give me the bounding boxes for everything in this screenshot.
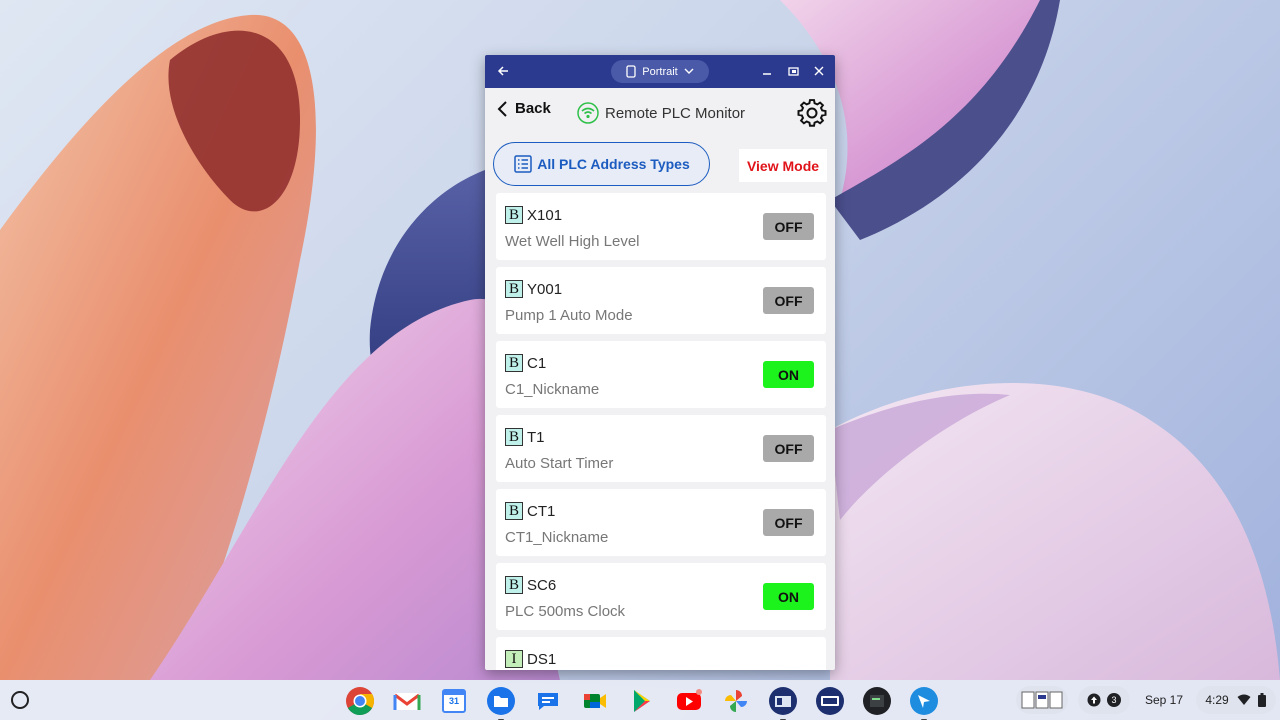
window-titlebar: Portrait <box>485 55 835 88</box>
app-bar: Back Remote PLC Monitor <box>485 88 835 138</box>
youtube-icon[interactable] <box>673 685 705 717</box>
bit-type-badge: B <box>505 428 523 446</box>
bit-type-badge: B <box>505 502 523 520</box>
state-button[interactable]: OFF <box>763 435 814 462</box>
view-mode-button[interactable]: View Mode <box>739 149 827 182</box>
state-button[interactable]: OFF <box>763 509 814 536</box>
upload-icon <box>1087 693 1101 707</box>
gmail-icon[interactable] <box>391 685 423 717</box>
window-back-button[interactable] <box>493 61 513 81</box>
address-label: CT1 <box>527 503 556 520</box>
click-plus-icon[interactable] <box>814 685 846 717</box>
bit-type-badge: B <box>505 206 523 224</box>
photos-icon[interactable] <box>720 685 752 717</box>
state-button[interactable]: ON <box>763 361 814 388</box>
app-title-text: Remote PLC Monitor <box>605 104 746 122</box>
state-button[interactable]: OFF <box>763 287 814 314</box>
arrow-left-icon <box>497 66 508 76</box>
date-label: Sep 17 <box>1144 693 1184 707</box>
address-label: T1 <box>527 429 545 446</box>
meet-icon[interactable] <box>579 685 611 717</box>
address-type-filter-button[interactable]: All PLC Address Types <box>493 142 710 186</box>
address-list: B X101 Wet Well High Level OFF B Y001 Pu… <box>496 193 826 670</box>
orientation-label: Portrait <box>642 65 678 78</box>
files-icon[interactable] <box>485 685 517 720</box>
list-item[interactable]: B T1 Auto Start Timer OFF <box>496 415 826 482</box>
bit-type-badge: B <box>505 280 523 298</box>
list-item[interactable]: B SC6 PLC 500ms Clock ON <box>496 563 826 630</box>
address-label: Y001 <box>527 281 563 298</box>
nickname-label: PLC 500ms Clock <box>505 603 626 620</box>
notification-tray[interactable]: 3 <box>1078 686 1130 714</box>
address-label: SC6 <box>527 577 557 594</box>
list-item[interactable]: B CT1 CT1_Nickname OFF <box>496 489 826 556</box>
orientation-selector[interactable]: Portrait <box>611 60 709 83</box>
screenshot-thumbnails-icon <box>1021 691 1063 709</box>
gear-icon[interactable] <box>797 98 827 128</box>
restore-icon <box>787 67 799 76</box>
list-item[interactable]: I DS1 <box>496 637 826 670</box>
address-label: X101 <box>527 207 563 224</box>
app-title: Remote PLC Monitor <box>577 102 745 124</box>
address-label: DS1 <box>527 651 557 668</box>
list-icon <box>514 155 532 173</box>
nickname-label: Wet Well High Level <box>505 233 640 250</box>
nickname-label: Auto Start Timer <box>505 455 614 472</box>
chevron-left-icon <box>497 100 507 117</box>
int-type-badge: I <box>505 650 523 668</box>
system-shelf: 31 3 Sep 17 4:29 <box>0 680 1280 720</box>
terminal-icon[interactable] <box>861 685 893 717</box>
play-store-icon[interactable] <box>626 685 658 717</box>
time-label: 4:29 <box>1205 693 1229 707</box>
plc-monitor-icon[interactable] <box>908 685 940 720</box>
bit-type-badge: B <box>505 354 523 372</box>
nickname-label: C1_Nickname <box>505 381 600 398</box>
view-mode-label: View Mode <box>746 157 820 174</box>
nickname-label: Pump 1 Auto Mode <box>505 307 633 324</box>
address-label: C1 <box>527 355 547 372</box>
state-button[interactable]: OFF <box>763 213 814 240</box>
chrome-icon[interactable] <box>344 685 376 717</box>
click-plc-icon[interactable] <box>767 685 799 720</box>
close-button[interactable] <box>809 61 829 81</box>
restore-button[interactable] <box>783 61 803 81</box>
wifi-connected-icon <box>577 102 599 124</box>
minimize-button[interactable] <box>757 61 777 81</box>
pinned-apps: 31 <box>344 685 940 720</box>
phone-portrait-icon <box>626 65 636 78</box>
state-button[interactable]: ON <box>763 583 814 610</box>
bit-type-badge: B <box>505 576 523 594</box>
calendar-day-label: 31 <box>448 696 459 706</box>
minimize-icon <box>763 73 771 75</box>
nickname-label: CT1_Nickname <box>505 529 609 546</box>
battery-icon <box>1257 693 1266 707</box>
wifi-icon <box>1237 694 1251 705</box>
list-item[interactable]: B X101 Wet Well High Level OFF <box>496 193 826 260</box>
calendar-icon[interactable]: 31 <box>438 685 470 717</box>
status-area[interactable]: 4:29 <box>1196 686 1276 714</box>
holding-space-tray[interactable] <box>1016 686 1068 714</box>
chevron-down-icon <box>684 68 694 74</box>
back-label: Back <box>515 100 551 117</box>
launcher-button[interactable] <box>11 691 29 709</box>
list-item[interactable]: B Y001 Pump 1 Auto Mode OFF <box>496 267 826 334</box>
messages-icon[interactable] <box>532 685 564 717</box>
filter-label: All PLC Address Types <box>537 156 690 172</box>
app-window: Portrait Back Remote PLC Monitor All PLC… <box>485 55 835 670</box>
close-icon <box>814 66 824 76</box>
date-tray[interactable]: Sep 17 <box>1138 686 1190 714</box>
back-button[interactable]: Back <box>497 100 551 117</box>
notification-count-badge: 3 <box>1107 693 1121 707</box>
list-item[interactable]: B C1 C1_Nickname ON <box>496 341 826 408</box>
